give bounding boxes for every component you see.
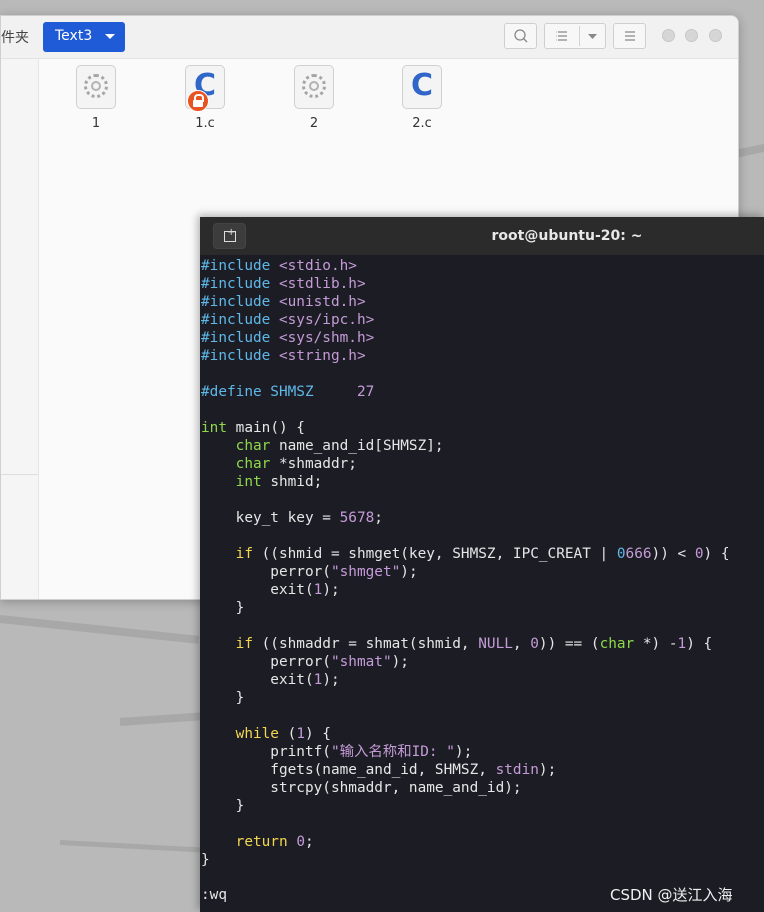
file-label: 2.c: [412, 116, 432, 131]
file-item[interactable]: C 1.c: [165, 65, 245, 135]
breadcrumb-current[interactable]: Text3: [43, 22, 125, 52]
desktop-streak: [59, 840, 200, 853]
close-button[interactable]: [709, 29, 722, 42]
desktop-streak: [0, 615, 200, 644]
terminal-window[interactable]: + root@ubuntu-20: ~ #include <stdio.h> #…: [200, 217, 764, 912]
c-source-icon: C: [402, 65, 442, 109]
executable-icon: [294, 65, 334, 109]
hamburger-icon: [625, 31, 635, 41]
chevron-down-icon: [105, 34, 115, 39]
desktop-streak: [119, 712, 206, 726]
terminal-titlebar: + root@ubuntu-20: ~: [200, 217, 764, 255]
view-mode-button[interactable]: [544, 23, 606, 49]
chevron-down-icon: [588, 34, 597, 39]
breadcrumb-parent[interactable]: 件夹: [1, 25, 37, 51]
file-item[interactable]: 1: [56, 65, 136, 135]
vim-command-line[interactable]: :wq: [201, 887, 227, 903]
file-item[interactable]: C 2.c: [382, 65, 462, 135]
terminal-title: root@ubuntu-20: ~: [491, 228, 643, 244]
file-item[interactable]: 2: [274, 65, 354, 135]
minimize-button[interactable]: [662, 29, 675, 42]
search-button[interactable]: [504, 23, 537, 49]
menu-button[interactable]: [613, 23, 646, 49]
sidebar-divider: [1, 474, 38, 475]
maximize-button[interactable]: [685, 29, 698, 42]
list-view-icon: [556, 31, 567, 41]
file-label: 1: [91, 116, 101, 131]
code-editor[interactable]: #include <stdio.h> #include <stdlib.h> #…: [201, 257, 730, 869]
search-icon: [514, 29, 528, 43]
executable-icon: [76, 65, 116, 109]
file-label: 1.c: [195, 116, 215, 131]
watermark: CSDN @送江入海: [610, 886, 733, 904]
file-manager-header: 件夹 Text3: [1, 16, 738, 59]
breadcrumb-current-label: Text3: [55, 28, 93, 44]
file-label: 2: [309, 116, 319, 131]
lock-icon: [187, 90, 209, 112]
sidebar: [1, 59, 39, 599]
